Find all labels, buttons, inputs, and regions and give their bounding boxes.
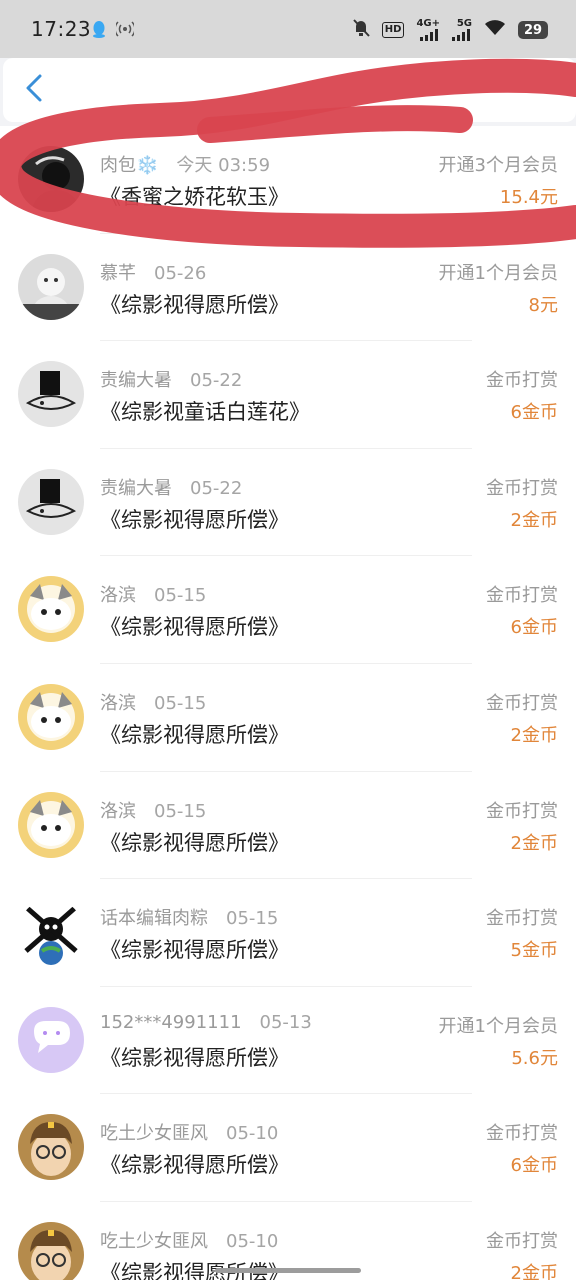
record-type: 金币打赏 [486,477,558,499]
home-indicator[interactable] [215,1268,361,1273]
hotspot-icon [114,21,136,41]
record-type: 金币打赏 [486,585,558,607]
back-button[interactable] [17,72,51,108]
nav-bar [0,58,576,122]
user-name: 慕芊 [100,262,136,284]
user-name: 152***4991111 [100,1011,242,1033]
record-type: 金币打赏 [486,1123,558,1145]
book-title: 《综影视得愿所偿》 [100,507,289,532]
user-name: 洛滨 [100,800,136,822]
user-name: 吃土少女匪风 [100,1230,208,1252]
status-time: 17:23 [31,17,92,41]
avatar[interactable] [18,1006,84,1073]
book-title: 《香蜜之娇花软玉》 [100,185,289,209]
hd-label: HD [381,22,405,38]
record-date: 今天 03:59 [176,155,271,176]
signal-5g-icon: 5G [452,19,472,41]
avatar[interactable] [18,683,84,750]
avatar[interactable] [18,1221,84,1280]
mute-bell-icon [352,18,370,42]
user-name: 洛滨 [100,692,136,714]
user-name: 责编大暑 [100,370,172,392]
record-date: 05-15 [226,908,279,930]
avatar[interactable] [18,361,84,428]
avatar[interactable] [18,468,84,535]
book-title: 《综影视得愿所偿》 [100,830,289,855]
record-amount: 5.6元 [511,1047,558,1069]
record-amount: 15.4元 [499,187,558,208]
avatar[interactable] [18,791,84,858]
record-amount: 6金币 [510,617,558,639]
record-type: 金币打赏 [486,908,558,930]
record-date: 05-10 [226,1123,279,1145]
book-title: 《综影视得愿所偿》 [100,292,289,317]
record-date: 05-26 [154,262,207,284]
list-item[interactable]: 152***4991111 05-13 《综影视得愿所偿》 开通1个月会员 5.6… [0,987,576,1095]
record-date: 05-22 [190,370,243,392]
list-item[interactable]: 洛滨 05-15 《综影视得愿所偿》 金币打赏 2金币 [0,664,576,772]
user-name: 话本编辑肉粽 [100,908,208,930]
book-title: 《综影视得愿所偿》 [100,722,289,747]
list-item[interactable]: 责编大暑 05-22 《综影视得愿所偿》 金币打赏 2金币 [0,449,576,557]
record-type: 金币打赏 [486,692,558,714]
list-item[interactable]: 肉包❄️ 今天 03:59 《香蜜之娇花软玉》 开通3个月会员 15.4元 [0,126,576,234]
battery-indicator: 29 [518,21,548,39]
record-date: 05-15 [154,692,207,714]
record-date: 05-15 [154,585,207,607]
record-date: 05-22 [190,477,243,499]
record-type: 金币打赏 [486,800,558,822]
status-bar: 17:23 HD 4G+ 5G 29 [0,0,576,58]
record-amount: 2金币 [510,1262,558,1280]
record-amount: 6金币 [510,402,558,424]
list-item[interactable]: 责编大暑 05-22 《综影视童话白莲花》 金币打赏 6金币 [0,341,576,449]
record-type: 开通1个月会员 [438,262,558,284]
avatar[interactable] [18,1114,84,1181]
record-type: 开通3个月会员 [438,155,558,176]
book-title: 《综影视得愿所偿》 [100,615,289,640]
record-date: 05-10 [226,1230,279,1252]
user-name: 洛滨 [100,585,136,607]
list-item[interactable]: 慕芊 05-26 《综影视得愿所偿》 开通1个月会员 8元 [0,234,576,342]
record-type: 开通1个月会员 [438,1015,558,1037]
avatar[interactable] [18,146,84,212]
record-amount: 5金币 [510,940,558,962]
wifi-icon [484,19,506,41]
list-item[interactable]: 洛滨 05-15 《综影视得愿所偿》 金币打赏 2金币 [0,772,576,880]
record-type: 金币打赏 [486,1230,558,1252]
record-date: 05-15 [154,800,207,822]
qq-penguin-icon [92,20,106,42]
user-name: 责编大暑 [100,477,172,499]
signal-4g-icon: 4G+ [416,19,440,41]
avatar[interactable] [18,899,84,966]
record-amount: 8元 [528,294,558,316]
avatar[interactable] [18,253,84,320]
record-list: 肉包❄️ 今天 03:59 《香蜜之娇花软玉》 开通3个月会员 15.4元 慕芊 0… [0,126,576,1280]
user-name: 吃土少女匪风 [100,1123,208,1145]
book-title: 《综影视得愿所偿》 [100,1045,289,1070]
record-amount: 2金币 [510,832,558,854]
record-amount: 2金币 [510,509,558,531]
record-amount: 6金币 [510,1155,558,1177]
list-item[interactable]: 话本编辑肉粽 05-15 《综影视得愿所偿》 金币打赏 5金币 [0,879,576,987]
book-title: 《综影视童话白莲花》 [100,400,310,425]
record-amount: 2金币 [510,724,558,746]
list-item[interactable]: 吃土少女匪风 05-10 《综影视得愿所偿》 金币打赏 6金币 [0,1094,576,1202]
avatar[interactable] [18,576,84,643]
user-name: 肉包❄️ [100,155,159,176]
book-title: 《综影视得愿所偿》 [100,1153,289,1178]
record-date: 05-13 [259,1011,312,1033]
chevron-left-icon [25,73,43,107]
record-type: 金币打赏 [486,370,558,392]
list-item[interactable]: 洛滨 05-15 《综影视得愿所偿》 金币打赏 6金币 [0,556,576,664]
book-title: 《综影视得愿所偿》 [100,938,289,963]
